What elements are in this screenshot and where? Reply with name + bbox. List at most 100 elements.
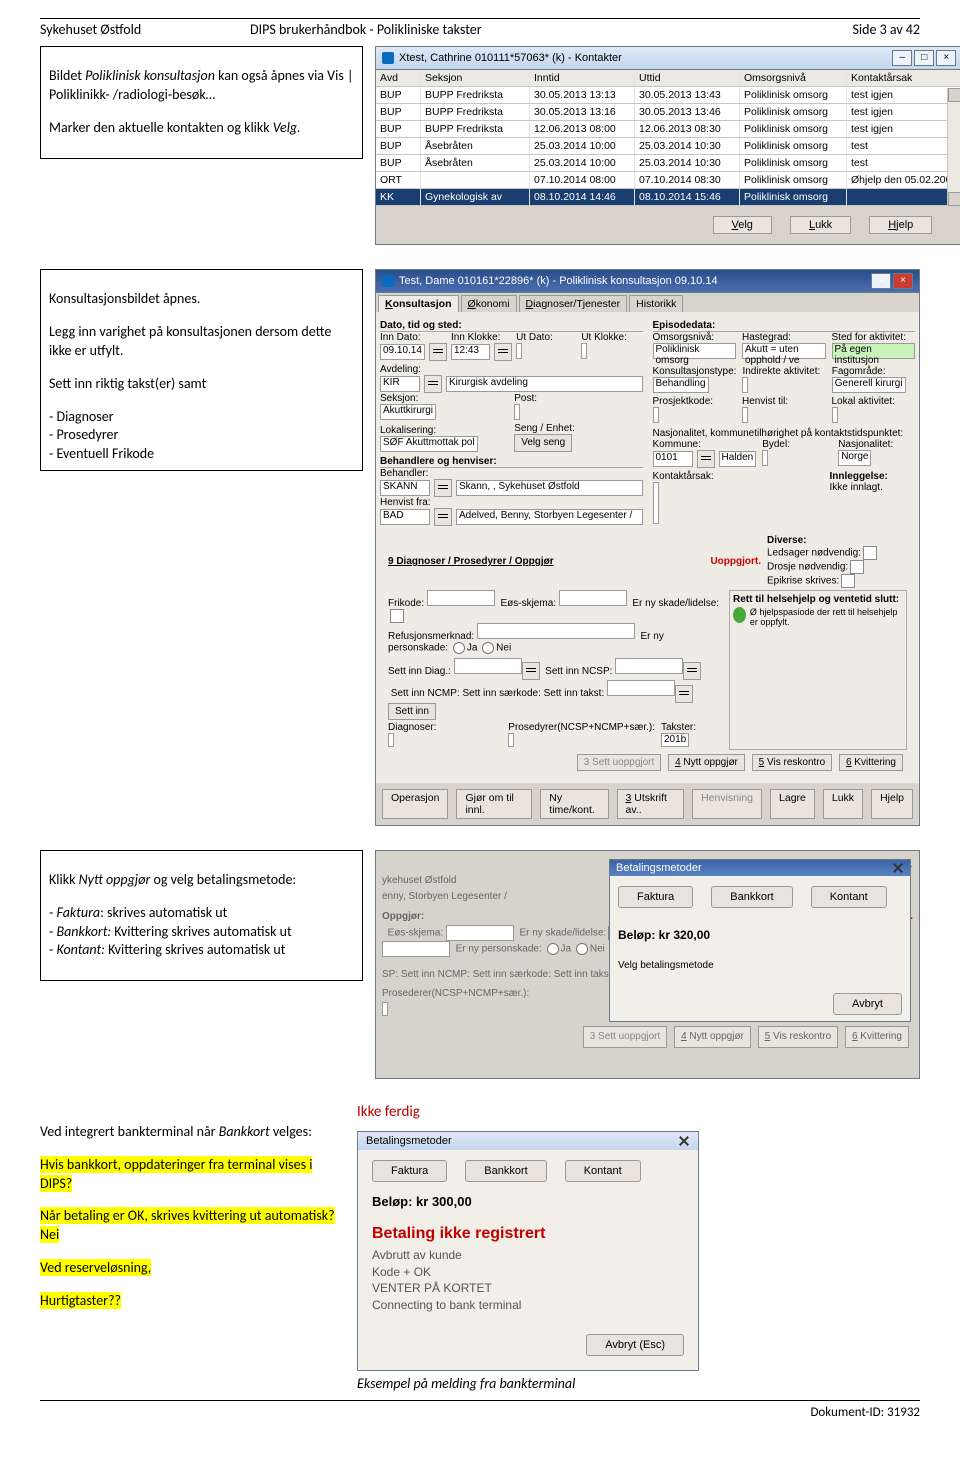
prosjekt-field[interactable] bbox=[653, 407, 659, 423]
ja-radio[interactable] bbox=[547, 943, 559, 955]
personskade-nei-radio[interactable] bbox=[482, 642, 494, 654]
hjelp-button[interactable]: Hjelp bbox=[869, 216, 932, 234]
vis-reskontro-button[interactable]: 5 Vis reskontro bbox=[758, 1026, 839, 1048]
bankkort-button[interactable]: Bankkort bbox=[711, 886, 792, 908]
lookup-icon[interactable] bbox=[434, 508, 452, 526]
close-icon[interactable] bbox=[892, 862, 904, 874]
avbryt-esc-button[interactable]: Avbryt (Esc) bbox=[586, 1334, 684, 1356]
ny-time-button[interactable]: Ny time/kont. bbox=[540, 789, 608, 819]
close-button[interactable]: × bbox=[936, 50, 956, 66]
bankkort-button[interactable]: Bankkort bbox=[465, 1160, 546, 1182]
minimize-button[interactable]: – bbox=[892, 50, 912, 66]
behandler-text[interactable]: Skann, , Sykehuset Østfold bbox=[456, 480, 643, 496]
table-row[interactable]: BUPBUPP Fredriksta12.06.2013 08:0012.06.… bbox=[376, 121, 960, 138]
kontaktarsak-field[interactable] bbox=[653, 482, 659, 524]
col-avd[interactable]: Avd bbox=[376, 70, 421, 86]
utskrift-button[interactable]: 3 Utskrift av.. bbox=[617, 789, 685, 819]
avbryt-button[interactable]: Avbryt bbox=[833, 993, 902, 1015]
avdeling-code[interactable]: KIR bbox=[380, 376, 420, 392]
ncsp-field[interactable] bbox=[615, 658, 683, 674]
close-icon[interactable] bbox=[678, 1135, 690, 1147]
kvittering-button[interactable]: 6 Kvittering bbox=[845, 1026, 909, 1048]
sted-field[interactable]: På egen institusjon bbox=[832, 343, 916, 359]
table-row[interactable]: KKGynekologisk av08.10.2014 14:4608.10.2… bbox=[376, 189, 960, 206]
lukk-button[interactable]: Lukk bbox=[823, 789, 863, 819]
avdeling-text[interactable]: Kirurgisk avdeling bbox=[446, 376, 643, 392]
kommune-code[interactable]: 0101 bbox=[653, 451, 693, 467]
henvistfra-text[interactable]: Adelved, Benny, Storbyen Legesenter / bbox=[456, 509, 643, 525]
eos-field[interactable] bbox=[559, 590, 627, 606]
col-seksjon[interactable]: Seksjon bbox=[421, 70, 530, 86]
scrollbar[interactable] bbox=[947, 88, 960, 206]
tab-okonomi[interactable]: Økonomi bbox=[461, 295, 517, 312]
pros-list[interactable] bbox=[382, 1002, 388, 1016]
drosje-checkbox[interactable] bbox=[850, 560, 864, 574]
velg-button[interactable]: Velg bbox=[713, 216, 772, 234]
nyskade-checkbox[interactable] bbox=[390, 609, 404, 623]
f[interactable] bbox=[382, 941, 450, 957]
col-uttid[interactable]: Uttid bbox=[635, 70, 740, 86]
lookup-icon[interactable] bbox=[697, 450, 715, 468]
utklokke-field[interactable] bbox=[581, 343, 587, 359]
kontant-button[interactable]: Kontant bbox=[565, 1160, 641, 1182]
kontant-button[interactable]: Kontant bbox=[811, 886, 887, 908]
tab-konsultasjon[interactable]: Konsultasjon bbox=[378, 295, 459, 312]
takster-list[interactable]: 201b bbox=[661, 733, 689, 747]
inndato-field[interactable]: 09.10.14 bbox=[380, 344, 425, 360]
nytt-oppgjor-button[interactable]: 4 Nytt oppgjør bbox=[674, 1026, 751, 1048]
lukk-button[interactable]: Lukk bbox=[790, 216, 851, 234]
utdato-field[interactable] bbox=[516, 343, 522, 359]
hastegrad-field[interactable]: Akutt = uten opphold / ve bbox=[742, 343, 826, 359]
nasjon-field[interactable]: Norge bbox=[838, 450, 871, 466]
post-field[interactable] bbox=[514, 404, 520, 420]
close-button[interactable]: × bbox=[893, 273, 913, 289]
lookup-icon[interactable] bbox=[424, 375, 442, 393]
table-row[interactable]: BUPBUPP Fredriksta30.05.2013 13:1630.05.… bbox=[376, 104, 960, 121]
col-kontaktarsak[interactable]: Kontaktårsak bbox=[847, 70, 960, 86]
henvistfra-code[interactable]: BAD bbox=[380, 509, 430, 525]
bydel-field[interactable] bbox=[762, 450, 768, 466]
nei-radio[interactable] bbox=[576, 943, 588, 955]
table-row[interactable]: BUPÅsebråten25.03.2014 10:0025.03.2014 1… bbox=[376, 155, 960, 172]
lookup-icon[interactable] bbox=[683, 662, 701, 680]
col-omsorg[interactable]: Omsorgsnivå bbox=[740, 70, 847, 86]
henvisning-button[interactable]: Henvisning bbox=[692, 789, 762, 819]
operasjon-button[interactable]: Operasjon bbox=[382, 789, 448, 819]
vis-reskontro-button[interactable]: 5 Vis reskontro bbox=[752, 754, 833, 771]
indirekte-field[interactable] bbox=[742, 377, 748, 393]
diag-field[interactable] bbox=[454, 658, 522, 674]
eos-field[interactable] bbox=[446, 925, 514, 941]
gjor-om-button[interactable]: Gjør om til innl. bbox=[456, 789, 532, 819]
lookup-icon[interactable] bbox=[434, 479, 452, 497]
table-row[interactable]: BUPÅsebråten25.03.2014 10:0025.03.2014 1… bbox=[376, 138, 960, 155]
omsorgsniva-field[interactable]: Poliklinisk omsorg bbox=[653, 343, 737, 359]
tab-diagnoser[interactable]: Diagnoser/Tjenester bbox=[519, 295, 628, 312]
sett-uoppgjort-button[interactable]: 3 Sett uoppgjort bbox=[577, 754, 662, 771]
minimize-button[interactable]: – bbox=[871, 273, 891, 289]
stepper-icon[interactable] bbox=[494, 343, 512, 361]
behandler-code[interactable]: SKANN bbox=[380, 480, 430, 496]
lokalakt-field[interactable] bbox=[832, 407, 838, 423]
calendar-icon[interactable] bbox=[429, 343, 447, 361]
hjelp-button[interactable]: Hjelp bbox=[871, 789, 913, 819]
table-row[interactable]: ORT07.10.2014 08:0007.10.2014 08:30Polik… bbox=[376, 172, 960, 189]
velg-seng-button[interactable]: Velg seng bbox=[514, 434, 572, 452]
lagre-button[interactable]: Lagre bbox=[770, 789, 815, 819]
lookup-icon[interactable] bbox=[522, 662, 540, 680]
prosedyrer-list[interactable] bbox=[508, 733, 514, 747]
takst-field[interactable] bbox=[607, 680, 675, 696]
konstype-field[interactable]: Behandling bbox=[653, 377, 709, 393]
sett-uoppgjort-button[interactable]: 3 Sett uoppgjort bbox=[583, 1026, 668, 1048]
col-inntid[interactable]: Inntid bbox=[530, 70, 635, 86]
epikrise-checkbox[interactable] bbox=[841, 574, 855, 588]
tab-historikk[interactable]: Historikk bbox=[629, 295, 683, 312]
fagomrade-field[interactable]: Generell kirurgi bbox=[832, 377, 906, 393]
refusjon-field[interactable] bbox=[477, 623, 635, 639]
henvisttil-field[interactable] bbox=[742, 407, 748, 423]
faktura-button[interactable]: Faktura bbox=[372, 1160, 447, 1182]
maximize-button[interactable]: □ bbox=[914, 50, 934, 66]
frikode-field[interactable] bbox=[427, 590, 495, 606]
diagnoser-list[interactable] bbox=[388, 733, 394, 747]
kvittering-button[interactable]: 6 Kvittering bbox=[839, 754, 903, 771]
lokalisering-field[interactable]: SØF Akuttmottak pol bbox=[380, 436, 478, 452]
